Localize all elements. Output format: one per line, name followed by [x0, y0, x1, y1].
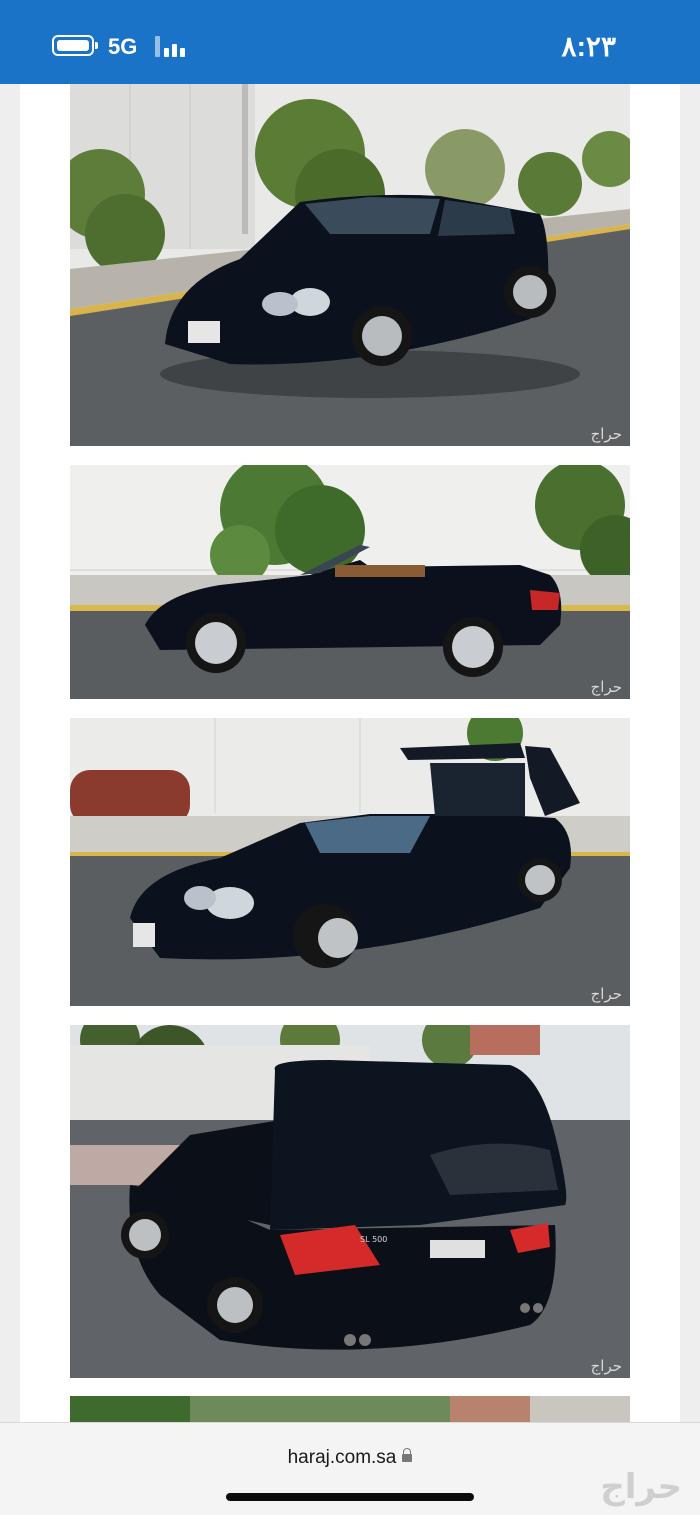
status-bar: 5G ٨:٢٣ [0, 0, 700, 84]
car-photo[interactable]: حراج [70, 718, 630, 1006]
url-display[interactable]: haraj.com.sa [0, 1447, 700, 1469]
home-indicator[interactable] [226, 1493, 474, 1501]
car-photo[interactable]: SL 500 حراج [70, 1025, 630, 1378]
network-type: 5G [108, 34, 138, 59]
status-time: ٨:٢٣ [561, 31, 616, 62]
signal-icon [155, 36, 191, 57]
battery-icon [52, 35, 98, 56]
car-photo-image [70, 1396, 630, 1424]
car-photo[interactable]: حراج [70, 84, 630, 446]
photo-watermark: حراج [590, 985, 622, 1003]
lock-icon [402, 1448, 413, 1462]
car-photo-image: SL 500 [70, 1025, 630, 1378]
car-photo-image [70, 84, 630, 446]
car-photo-image [70, 465, 630, 699]
brand-watermark: حراج [600, 1467, 682, 1507]
photo-watermark: حراج [590, 678, 622, 696]
url-text: haraj.com.sa [287, 1447, 397, 1468]
photo-watermark: حراج [590, 425, 622, 443]
photo-watermark: حراج [590, 1357, 622, 1375]
svg-text:SL 500: SL 500 [360, 1235, 387, 1244]
car-photo-image [70, 718, 630, 1006]
car-photo[interactable]: حراج [70, 465, 630, 699]
listing-gallery: حراج حراج حراج SL 500 حراج [20, 84, 680, 1424]
browser-address-bar[interactable]: haraj.com.sa حراج [0, 1422, 700, 1515]
car-photo-partial[interactable] [70, 1396, 630, 1424]
